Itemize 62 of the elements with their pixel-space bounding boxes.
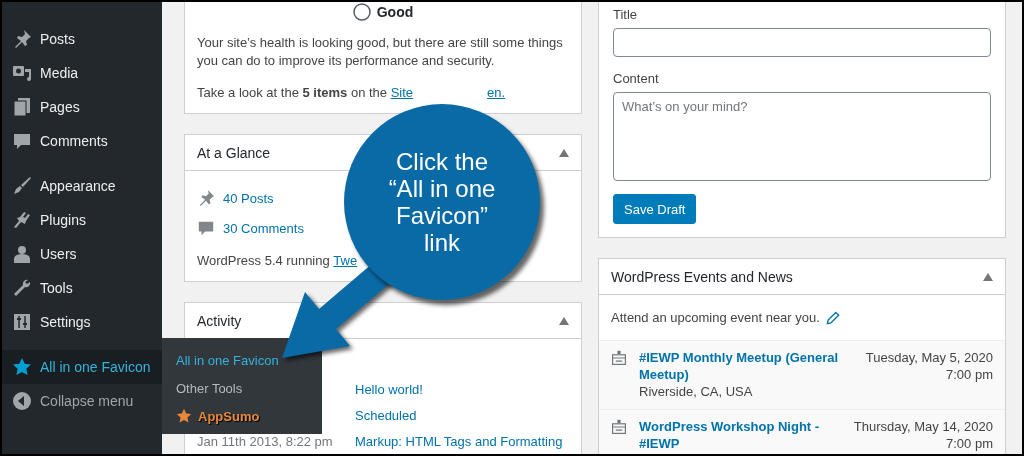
paintbrush-icon <box>12 176 32 196</box>
meetup-icon <box>611 350 627 366</box>
sidebar-menu-item[interactable]: Comments <box>2 124 162 158</box>
event-link[interactable]: #IEWP Monthly Meetup (General Meetup) <box>639 349 844 383</box>
meetup-icon <box>611 419 627 435</box>
glance-stat-link[interactable]: 30 Comments <box>223 220 304 236</box>
post-title-link[interactable]: Markup: HTML Tags and Formatting <box>355 429 569 454</box>
post-title-link[interactable]: Hello world! <box>355 377 569 403</box>
speech-bubble-icon <box>197 219 215 237</box>
field-label: Title <box>613 7 639 22</box>
collapse-toggle-icon[interactable] <box>983 272 993 281</box>
event-time: 7:00 pm <box>945 435 993 452</box>
sidebar-menu-item[interactable]: Media <box>2 56 162 90</box>
theme-link[interactable]: Twe <box>333 253 358 268</box>
submenu-item[interactable]: All in one Favicon <box>162 346 322 374</box>
events-intro: Attend an upcoming event near you. <box>611 310 820 325</box>
status-ring-icon <box>352 3 371 21</box>
event-time: 7:00 pm <box>945 366 993 383</box>
sliders-icon <box>12 312 32 332</box>
sidebar-menu-item[interactable]: Plugins <box>2 203 162 237</box>
star-icon <box>12 357 32 377</box>
title-input[interactable] <box>613 28 991 57</box>
widget-title: At a Glance <box>197 144 271 161</box>
sidebar-menu-item[interactable]: Tools <box>2 271 162 305</box>
site-health-link[interactable]: Site <box>390 85 414 100</box>
collapse-menu-button[interactable]: Collapse menu <box>2 384 162 418</box>
widget-title: Activity <box>197 312 242 329</box>
widget-title: WordPress Events and News <box>611 268 793 285</box>
sidebar-menu-item[interactable]: Settings <box>2 305 162 339</box>
submenu-item[interactable]: AppSumo <box>162 402 322 430</box>
sidebar-menu-item[interactable]: Pages <box>2 90 162 124</box>
field-label: Content <box>613 71 660 86</box>
save-draft-button[interactable]: Save Draft <box>613 194 697 224</box>
content-textarea[interactable]: What’s on your mind? <box>613 92 991 181</box>
user-icon <box>12 244 32 264</box>
speech-bubble-icon <box>12 131 32 151</box>
collapse-toggle-icon[interactable] <box>559 316 569 325</box>
glance-stat-link[interactable]: 40 Posts <box>223 190 274 206</box>
sidebar-menu-item[interactable]: Posts <box>2 22 162 56</box>
sidebar-menu-item[interactable]: Appearance <box>2 169 162 203</box>
post-title-link[interactable]: Scheduled <box>355 403 569 429</box>
event-date: Thursday, May 14, 2020 <box>853 418 993 435</box>
health-status: Good <box>376 4 414 20</box>
pages-icon <box>12 97 32 117</box>
pushpin-icon <box>197 189 215 207</box>
pencil-icon <box>825 310 840 325</box>
health-message: Your site’s health is looking good, but there are still some things you can do to improve its performance and security. <box>197 34 564 70</box>
submenu-item[interactable]: Other Tools <box>162 374 322 402</box>
media-icon <box>12 63 32 83</box>
wrench-icon <box>12 278 32 298</box>
collapse-toggle-icon[interactable] <box>559 148 569 157</box>
star-icon <box>176 408 192 424</box>
event-link[interactable]: WordPress Workshop Night - #IEWP <box>639 418 842 452</box>
site-health-link[interactable]: en. <box>487 85 506 100</box>
version-text: WordPress 5.4 running <box>197 253 331 268</box>
post-date: Jan 11th 2013, 8:22 pm <box>197 433 334 451</box>
event-date: Tuesday, May 5, 2020 <box>865 349 993 366</box>
health-tip-text: Take a look at the 5 items on the <box>197 85 389 100</box>
sidebar-menu-item[interactable]: All in one Favicon <box>2 350 162 384</box>
sidebar-menu-item[interactable]: Users <box>2 237 162 271</box>
plug-icon <box>12 210 32 230</box>
event-location: Riverside, CA, USA <box>639 383 754 400</box>
